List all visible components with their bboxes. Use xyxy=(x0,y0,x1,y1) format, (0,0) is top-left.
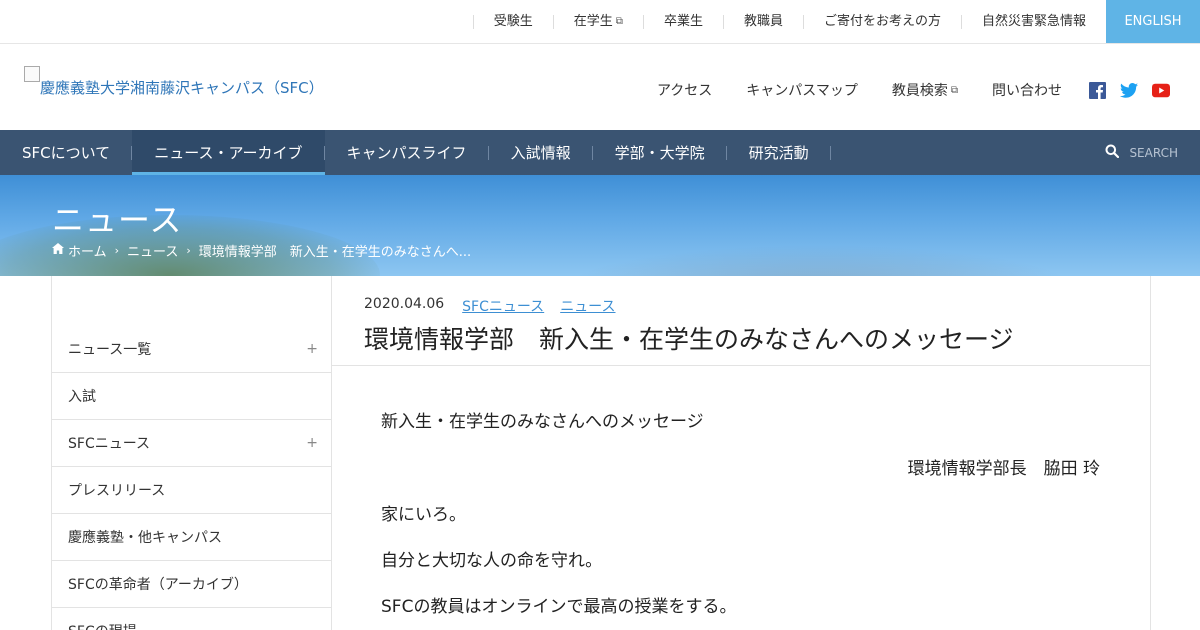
nav-item-admissions[interactable]: 入試情報 xyxy=(489,130,593,175)
utility-link-label: 在学生 xyxy=(573,14,613,29)
utility-link-label: 受験生 xyxy=(493,14,533,29)
article-date: 2020.04.06 xyxy=(364,296,445,312)
header-link-contact[interactable]: 問い合わせ xyxy=(992,80,1062,100)
utility-bar: 受験生 在学生 ⧉ 卒業生 教職員 ご寄付をお考えの方 自然災害緊急情報 ENGL… xyxy=(0,0,1200,44)
twitter-icon[interactable] xyxy=(1120,81,1138,99)
article-tag-sfc-news[interactable]: SFCニュース xyxy=(462,296,544,316)
header-link-access[interactable]: アクセス xyxy=(657,80,712,100)
nav-item-campus-life[interactable]: キャンパスライフ xyxy=(325,130,489,175)
page-heading: ニュース xyxy=(52,201,183,239)
article-title: 環境情報学部 新入生・在学生のみなさんへのメッセージ xyxy=(364,325,1014,354)
utility-link-staff[interactable]: 教職員 xyxy=(722,14,803,29)
article: 2020.04.06 SFCニュース ニュース 環境情報学部 新入生・在学生のみ… xyxy=(332,276,1151,630)
breadcrumb-current: 環境情報学部 新入生・在学生のみなさんへ... xyxy=(198,245,472,260)
article-paragraph: 新入生・在学生のみなさんへのメッセージ xyxy=(381,412,704,432)
article-tag-news[interactable]: ニュース xyxy=(560,296,615,316)
site-header: 慶應義塾大学湘南藤沢キャンパス（SFC） アクセス キャンパスマップ 教員検索 ⧉… xyxy=(0,44,1200,130)
utility-link-label: 自然災害緊急情報 xyxy=(981,14,1086,29)
header-link-campus-map[interactable]: キャンパスマップ xyxy=(746,80,858,100)
external-link-icon: ⧉ xyxy=(615,16,623,27)
header-link-faculty-search[interactable]: 教員検索 ⧉ xyxy=(892,80,958,100)
sidebar-item-label: 慶應義塾・他キャンパス xyxy=(68,530,222,546)
article-paragraph: SFCの教員はオンラインで最高の授業をする。 xyxy=(381,597,737,617)
utility-link-label: 卒業生 xyxy=(663,14,703,29)
nav-item-faculties[interactable]: 学部・大学院 xyxy=(593,130,727,175)
sidebar-item-label: SFCの革命者（アーカイブ） xyxy=(68,577,248,593)
nav-item-news-archive[interactable]: ニュース・アーカイブ xyxy=(132,130,325,175)
social-links xyxy=(1088,81,1170,99)
sidebar-item-news-list[interactable]: ニュース一覧 + xyxy=(52,326,332,373)
expand-icon[interactable]: + xyxy=(306,341,318,357)
sidebar-item-revolutionaries[interactable]: SFCの革命者（アーカイブ） xyxy=(52,561,332,608)
header-link-label: アクセス xyxy=(656,83,713,99)
facebook-icon[interactable] xyxy=(1088,81,1106,99)
header-link-label: 教員検索 xyxy=(891,83,948,99)
main-nav: SFCについて ニュース・アーカイブ キャンパスライフ 入試情報 学部・大学院 … xyxy=(0,130,1200,175)
header-link-label: キャンパスマップ xyxy=(746,83,858,99)
utility-link-label: 教職員 xyxy=(743,14,783,29)
breadcrumb-separator-icon: › xyxy=(186,244,191,257)
sidebar-item-label: SFCニュース xyxy=(68,436,151,452)
nav-item-research[interactable]: 研究活動 xyxy=(727,130,831,175)
utility-link-label: ご寄付をお考えの方 xyxy=(823,14,941,29)
sidebar-item-label: 入試 xyxy=(68,389,96,405)
sidebar-item-other-campus[interactable]: 慶應義塾・他キャンパス xyxy=(52,514,332,561)
utility-link-examinees[interactable]: 受験生 xyxy=(472,14,553,29)
article-paragraph: 家にいろ。 xyxy=(381,505,466,525)
site-title[interactable]: 慶應義塾大学湘南藤沢キャンパス（SFC） xyxy=(40,77,324,98)
nav-item-about-sfc[interactable]: SFCについて xyxy=(0,130,133,175)
utility-link-donation[interactable]: ご寄付をお考えの方 xyxy=(802,14,961,29)
utility-links: 受験生 在学生 ⧉ 卒業生 教職員 ご寄付をお考えの方 自然災害緊急情報 xyxy=(472,0,1106,44)
search-icon xyxy=(1105,144,1120,161)
expand-icon[interactable]: + xyxy=(306,435,318,451)
breadcrumb-separator-icon: › xyxy=(114,244,120,257)
utility-link-emergency[interactable]: 自然災害緊急情報 xyxy=(960,14,1106,29)
sidebar-item-admissions[interactable]: 入試 xyxy=(52,373,332,420)
youtube-icon[interactable] xyxy=(1152,81,1170,99)
page-hero: ニュース ホーム › ニュース › 環境情報学部 新入生・在学生のみなさんへ..… xyxy=(0,175,1200,276)
sidebar-item-sfc-field[interactable]: SFCの現場 xyxy=(52,608,332,630)
sidebar-item-label: ニュース一覧 xyxy=(68,342,152,358)
utility-link-alumni[interactable]: 卒業生 xyxy=(642,14,723,29)
hero-background-haze xyxy=(560,245,1080,276)
article-paragraph: 自分と大切な人の命を守れ。 xyxy=(381,551,603,571)
search-label: SEARCH xyxy=(1129,145,1178,160)
english-button[interactable]: ENGLISH xyxy=(1106,0,1200,43)
sidebar-item-sfc-news[interactable]: SFCニュース + xyxy=(52,420,332,467)
sidebar: ニュース一覧 + 入試 SFCニュース + プレスリリース 慶應義塾・他キャンパ… xyxy=(51,276,332,630)
breadcrumb: ホーム › ニュース › 環境情報学部 新入生・在学生のみなさんへ... xyxy=(52,241,471,260)
home-icon xyxy=(52,243,64,258)
sidebar-item-label: プレスリリース xyxy=(68,483,166,499)
utility-link-students[interactable]: 在学生 ⧉ xyxy=(552,14,643,29)
header-link-label: 問い合わせ xyxy=(992,83,1062,99)
sidebar-item-label: SFCの現場 xyxy=(68,621,137,630)
article-signature: 環境情報学部長 脇田 玲 xyxy=(907,459,1100,479)
external-link-icon: ⧉ xyxy=(950,84,958,96)
sidebar-item-press-release[interactable]: プレスリリース xyxy=(52,467,332,514)
header-nav: アクセス キャンパスマップ 教員検索 ⧉ 問い合わせ xyxy=(623,80,1170,100)
breadcrumb-news[interactable]: ニュース xyxy=(127,241,178,260)
breadcrumb-home[interactable]: ホーム xyxy=(68,241,107,260)
article-meta: 2020.04.06 SFCニュース ニュース xyxy=(364,296,616,316)
search-button[interactable]: SEARCH xyxy=(1105,130,1178,175)
article-divider xyxy=(332,365,1150,366)
logo-image[interactable] xyxy=(24,66,40,82)
